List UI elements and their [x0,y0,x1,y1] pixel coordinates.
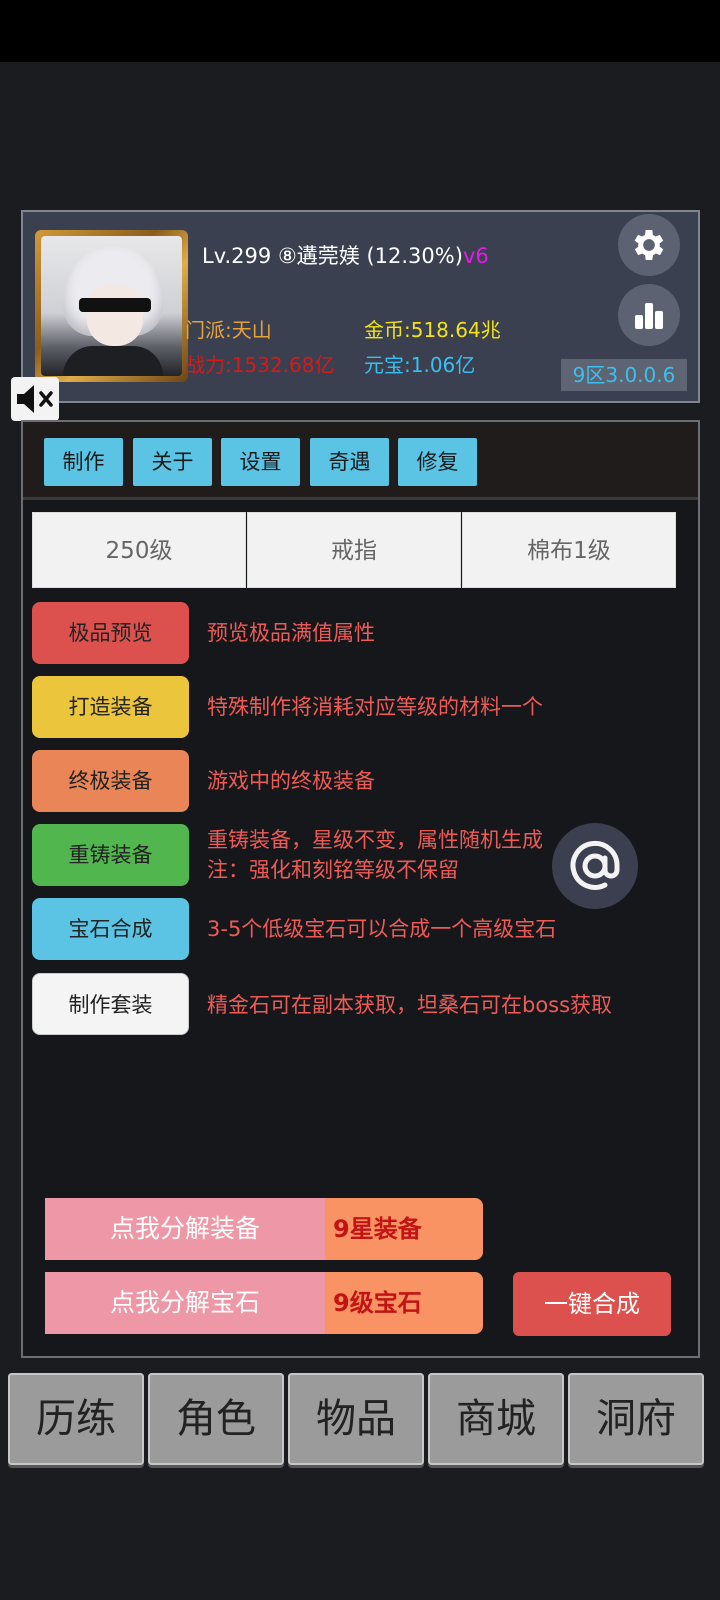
player-progress: (12.30%) [366,244,463,268]
player-level: Lv.299 [202,244,272,268]
ultimate-equip-desc: 游戏中的终极装备 [207,769,375,793]
tab-settings[interactable]: 设置 [221,438,300,486]
gold-label: 金币:518.64兆 [364,318,501,342]
player-title: Lv.299 ⑧遘莞媄 (12.30%)v6 [202,240,489,270]
preview-best-desc: 预览极品满值属性 [207,621,375,645]
ingot-label: 元宝:1.06亿 [364,353,476,377]
tab-bar: 制作 关于 设置 奇遇 修复 [23,422,698,500]
nav-training[interactable]: 历练 [8,1373,144,1465]
gem-merge-desc: 3-5个低级宝石可以合成一个高级宝石 [207,917,557,941]
sect-label: 门派:天山 [185,318,272,342]
player-rank-name: ⑧遘莞媄 [277,244,360,268]
material-filter[interactable]: 棉布1级 [462,512,676,588]
version-label: 9区3.0.0.6 [561,359,687,391]
reforge-equip-note: 注：强化和刻铭等级不保留 [207,858,459,882]
preview-best-button[interactable]: 极品预览 [32,602,189,664]
nav-character[interactable]: 角色 [148,1373,284,1465]
gear-icon [634,230,664,260]
reforge-equip-desc: 重铸装备，星级不变，属性随机生成 [207,828,543,852]
bottom-nav: 历练 角色 物品 商城 洞府 [8,1373,710,1467]
power-label: 战力:1532.68亿 [185,353,335,377]
player-header: Lv.299 ⑧遘莞媄 (12.30%)v6 门派:天山 战力:1532.68亿… [21,210,700,403]
tab-make[interactable]: 制作 [44,438,123,486]
nav-shop[interactable]: 商城 [428,1373,564,1465]
status-bar [0,0,720,62]
nav-items[interactable]: 物品 [288,1373,424,1465]
forge-equip-button[interactable]: 打造装备 [32,676,189,738]
avatar-portrait [41,236,182,376]
decompose-gem-select[interactable]: 9级宝石 [325,1272,483,1334]
nav-cave[interactable]: 洞府 [568,1373,704,1465]
decompose-equip-button[interactable]: 点我分解装备 [45,1198,325,1260]
bar-chart-icon [635,303,663,329]
forge-equip-desc: 特殊制作将消耗对应等级的材料一个 [207,695,543,719]
make-set-desc: 精金石可在副本获取，坦桑石可在boss获取 [207,993,613,1017]
at-icon [570,840,620,890]
vip-badge: v6 [462,244,489,268]
ranking-button[interactable] [618,284,680,346]
mute-icon [17,385,53,413]
settings-button[interactable] [618,214,680,276]
tab-repair[interactable]: 修复 [398,438,477,486]
ultimate-equip-button[interactable]: 终极装备 [32,750,189,812]
make-set-button[interactable]: 制作套装 [32,973,189,1035]
decompose-equip-select[interactable]: 9星装备 [325,1198,483,1260]
level-filter[interactable]: 250级 [32,512,246,588]
slot-filter[interactable]: 戒指 [247,512,461,588]
tab-adventure[interactable]: 奇遇 [310,438,389,486]
reforge-equip-button[interactable]: 重铸装备 [32,824,189,886]
one-key-merge-button[interactable]: 一键合成 [513,1272,671,1336]
decompose-gem-button[interactable]: 点我分解宝石 [45,1272,325,1334]
tab-about[interactable]: 关于 [133,438,212,486]
mute-button[interactable] [11,377,59,421]
avatar[interactable] [35,230,188,382]
floating-chat-button[interactable] [552,823,638,909]
gem-merge-button[interactable]: 宝石合成 [32,898,189,960]
